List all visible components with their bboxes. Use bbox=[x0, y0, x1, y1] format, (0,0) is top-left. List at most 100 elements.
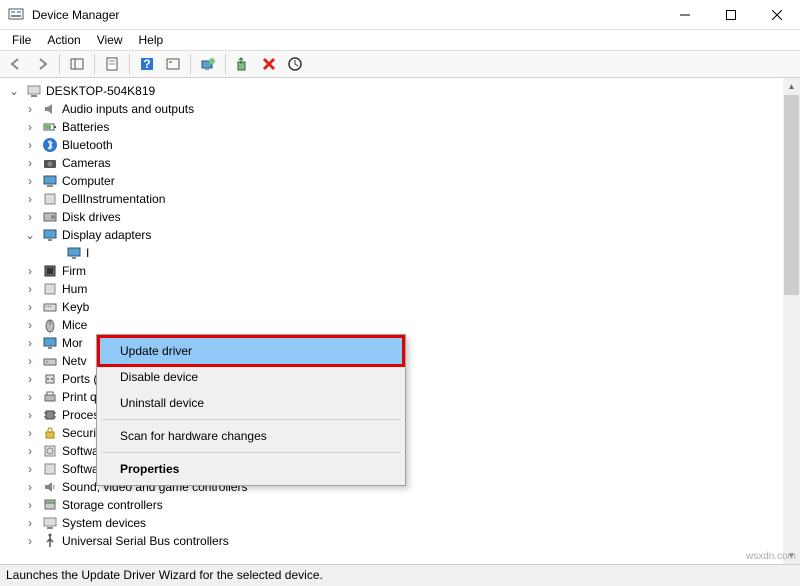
update-driver-button[interactable] bbox=[196, 52, 220, 76]
expand-icon[interactable]: › bbox=[24, 283, 36, 295]
expand-icon[interactable]: › bbox=[24, 301, 36, 313]
system-icon bbox=[42, 515, 58, 531]
sound-icon bbox=[42, 479, 58, 495]
properties-button[interactable] bbox=[100, 52, 124, 76]
category-label: Universal Serial Bus controllers bbox=[62, 534, 229, 548]
expand-icon[interactable]: › bbox=[24, 463, 36, 475]
tree-category-storage[interactable]: › Storage controllers bbox=[0, 496, 800, 514]
expand-icon[interactable]: › bbox=[24, 121, 36, 133]
tree-device-display-child[interactable]: I bbox=[0, 244, 800, 262]
expand-icon[interactable]: › bbox=[24, 427, 36, 439]
expand-icon[interactable]: › bbox=[24, 481, 36, 493]
collapse-icon[interactable]: ⌄ bbox=[24, 229, 36, 241]
tree-category-hid[interactable]: ›Hum bbox=[0, 280, 800, 298]
uninstall-device-button[interactable] bbox=[257, 52, 281, 76]
tree-category-cameras[interactable]: ›Cameras bbox=[0, 154, 800, 172]
ctx-disable-device[interactable]: Disable device bbox=[100, 364, 402, 390]
ctx-update-driver[interactable]: Update driver bbox=[97, 335, 405, 367]
tree-category-usb[interactable]: › Universal Serial Bus controllers bbox=[0, 532, 800, 550]
tree-category-mice[interactable]: › Mice bbox=[0, 316, 800, 334]
show-hide-tree-button[interactable] bbox=[65, 52, 89, 76]
device-icon bbox=[42, 191, 58, 207]
tree-root[interactable]: ⌄ DESKTOP-504K819 bbox=[0, 82, 800, 100]
minimize-button[interactable] bbox=[662, 0, 708, 30]
mouse-icon bbox=[42, 317, 58, 333]
tree-category-dellinstrumentation[interactable]: ›DellInstrumentation bbox=[0, 190, 800, 208]
enable-device-button[interactable] bbox=[231, 52, 255, 76]
action-button[interactable] bbox=[161, 52, 185, 76]
tree-category-batteries[interactable]: › Batteries bbox=[0, 118, 800, 136]
expand-icon[interactable]: › bbox=[24, 211, 36, 223]
maximize-button[interactable] bbox=[708, 0, 754, 30]
security-icon bbox=[42, 425, 58, 441]
cpu-icon bbox=[42, 407, 58, 423]
expand-icon[interactable]: › bbox=[24, 391, 36, 403]
expand-icon[interactable]: › bbox=[24, 445, 36, 457]
expand-icon[interactable]: › bbox=[24, 265, 36, 277]
expand-icon[interactable]: › bbox=[24, 535, 36, 547]
camera-icon bbox=[42, 155, 58, 171]
category-label: Storage controllers bbox=[62, 498, 163, 512]
menu-action[interactable]: Action bbox=[39, 31, 88, 49]
ctx-uninstall-device[interactable]: Uninstall device bbox=[100, 390, 402, 416]
collapse-icon[interactable]: ⌄ bbox=[8, 85, 20, 97]
ctx-scan-hardware[interactable]: Scan for hardware changes bbox=[100, 423, 402, 449]
titlebar: Device Manager bbox=[0, 0, 800, 30]
usb-icon bbox=[42, 533, 58, 549]
menubar: File Action View Help bbox=[0, 30, 800, 50]
forward-button[interactable] bbox=[30, 52, 54, 76]
tree-category-audio[interactable]: › Audio inputs and outputs bbox=[0, 100, 800, 118]
menu-view[interactable]: View bbox=[89, 31, 131, 49]
menu-file[interactable]: File bbox=[4, 31, 39, 49]
computer-icon bbox=[26, 83, 42, 99]
expand-icon[interactable]: › bbox=[24, 499, 36, 511]
expand-icon[interactable]: › bbox=[24, 139, 36, 151]
expand-icon[interactable]: › bbox=[24, 517, 36, 529]
ports-icon bbox=[42, 371, 58, 387]
expand-icon[interactable]: › bbox=[24, 409, 36, 421]
back-button[interactable] bbox=[4, 52, 28, 76]
close-button[interactable] bbox=[754, 0, 800, 30]
tree-category-system[interactable]: › System devices bbox=[0, 514, 800, 532]
expand-icon[interactable]: › bbox=[24, 103, 36, 115]
scan-hardware-button[interactable] bbox=[283, 52, 307, 76]
help-button[interactable]: ? bbox=[135, 52, 159, 76]
category-label: Netv bbox=[62, 354, 87, 368]
tree-container: ⌄ DESKTOP-504K819 › Audio inputs and outp… bbox=[0, 78, 800, 564]
separator bbox=[129, 54, 130, 74]
category-label: Firm bbox=[62, 264, 86, 278]
tree-category-disk-drives[interactable]: › Disk drives bbox=[0, 208, 800, 226]
software-icon bbox=[42, 443, 58, 459]
expand-icon[interactable]: › bbox=[24, 175, 36, 187]
category-label: Batteries bbox=[62, 120, 109, 134]
category-label: Mice bbox=[62, 318, 87, 332]
tree-category-bluetooth[interactable]: ›Bluetooth bbox=[0, 136, 800, 154]
expand-icon[interactable]: › bbox=[24, 373, 36, 385]
category-label: Mor bbox=[62, 336, 83, 350]
device-tree[interactable]: ⌄ DESKTOP-504K819 › Audio inputs and outp… bbox=[0, 78, 800, 564]
vertical-scrollbar[interactable]: ▲ ▼ bbox=[783, 78, 800, 564]
scroll-thumb[interactable] bbox=[784, 95, 799, 295]
expand-icon[interactable]: › bbox=[24, 193, 36, 205]
statusbar: Launches the Update Driver Wizard for th… bbox=[0, 564, 800, 586]
status-text: Launches the Update Driver Wizard for th… bbox=[6, 568, 323, 582]
root-label: DESKTOP-504K819 bbox=[46, 84, 155, 98]
expand-icon[interactable]: › bbox=[24, 319, 36, 331]
category-label: System devices bbox=[62, 516, 146, 530]
tree-category-computer[interactable]: ›Computer bbox=[0, 172, 800, 190]
ctx-properties[interactable]: Properties bbox=[100, 456, 402, 482]
menu-help[interactable]: Help bbox=[131, 31, 172, 49]
toolbar: ? bbox=[0, 50, 800, 78]
expand-icon[interactable]: › bbox=[24, 337, 36, 349]
separator bbox=[94, 54, 95, 74]
category-label: Audio inputs and outputs bbox=[62, 102, 194, 116]
tree-category-keyboards[interactable]: ›Keyb bbox=[0, 298, 800, 316]
tree-category-firmware[interactable]: › Firm bbox=[0, 262, 800, 280]
separator bbox=[59, 54, 60, 74]
app-icon bbox=[8, 7, 24, 23]
category-label: Disk drives bbox=[62, 210, 121, 224]
expand-icon[interactable]: › bbox=[24, 157, 36, 169]
tree-category-display-adapters[interactable]: ⌄Display adapters bbox=[0, 226, 800, 244]
expand-icon[interactable]: › bbox=[24, 355, 36, 367]
scroll-up-button[interactable]: ▲ bbox=[783, 78, 800, 95]
